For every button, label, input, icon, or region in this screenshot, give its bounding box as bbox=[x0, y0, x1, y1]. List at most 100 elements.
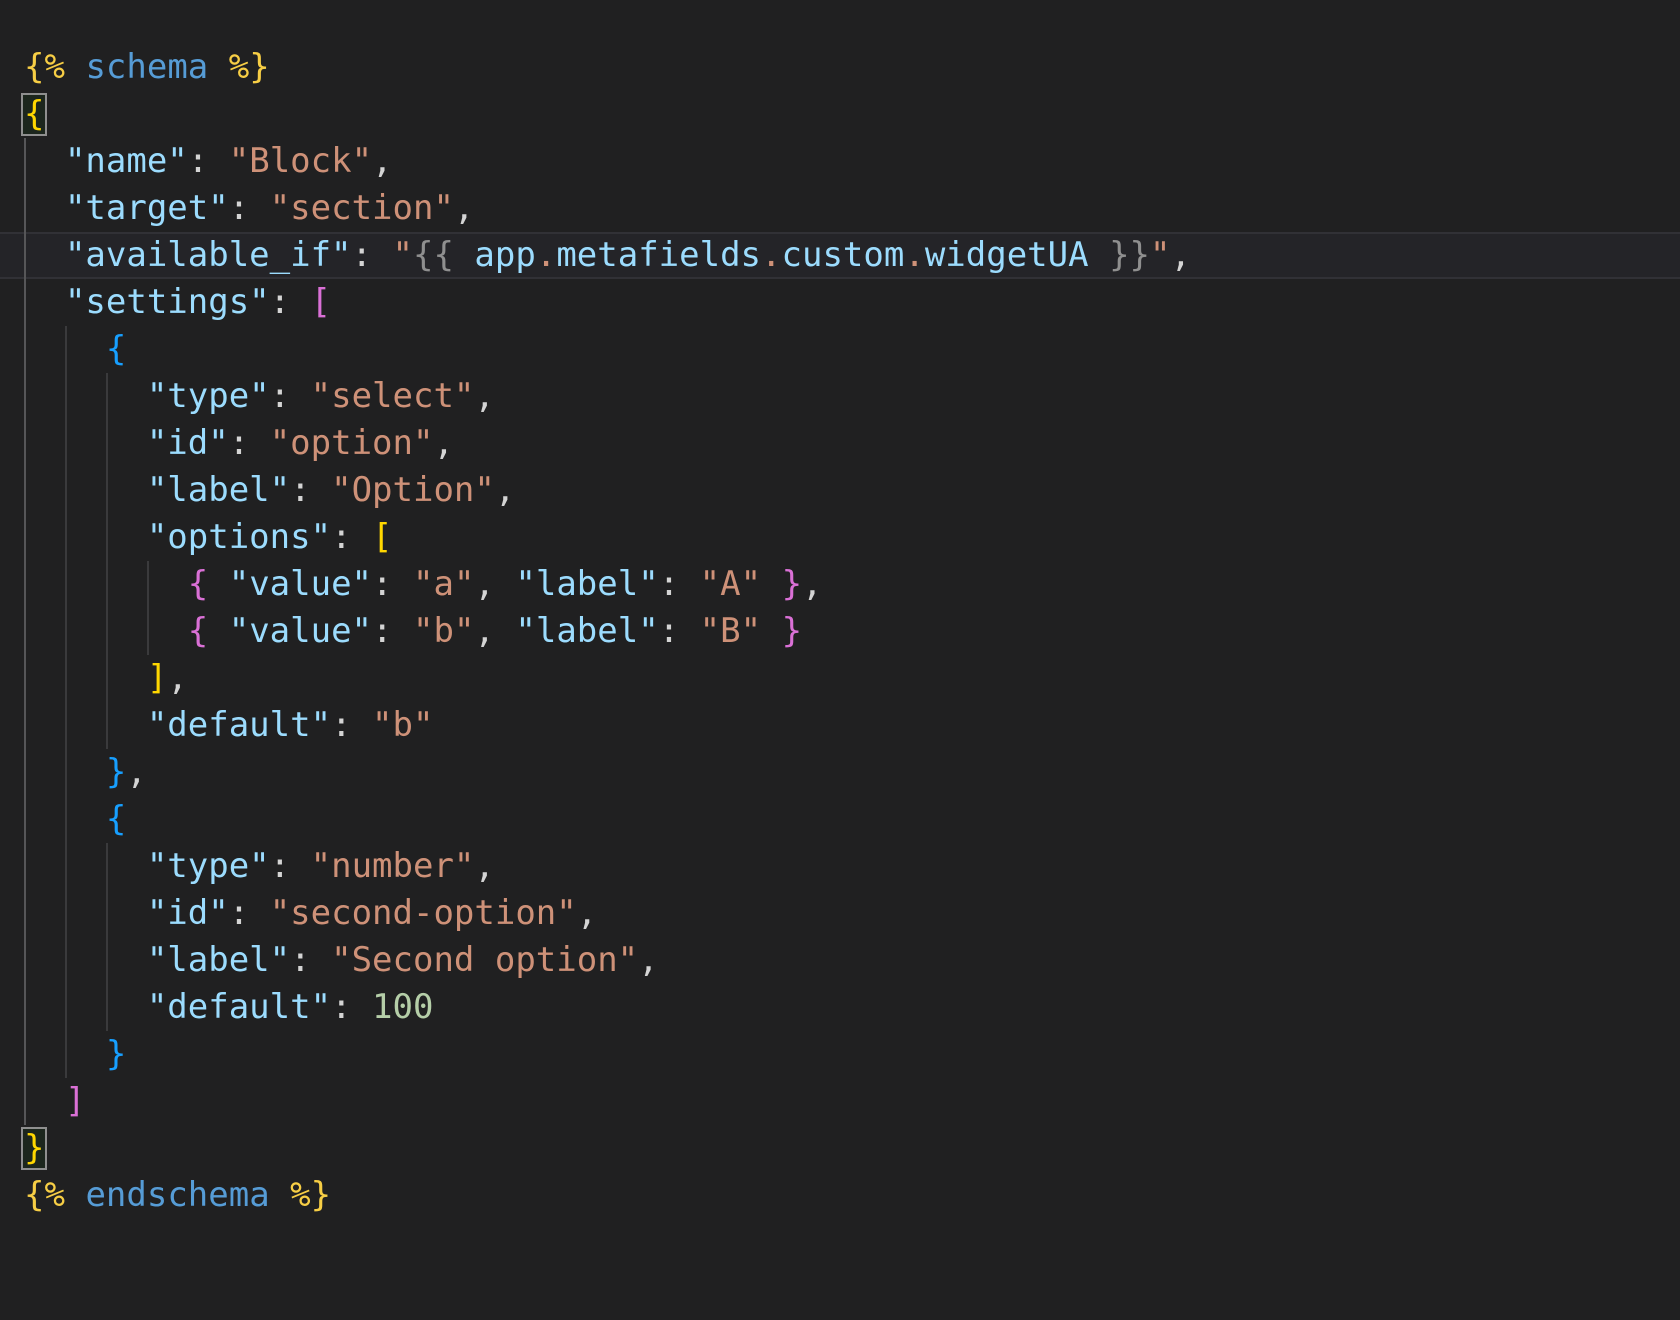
code-token-bracket1: { bbox=[24, 94, 44, 134]
code-token-string: "number" bbox=[311, 846, 475, 886]
code-token-punct bbox=[249, 893, 269, 933]
code-token-punct: , bbox=[433, 423, 453, 463]
code-line[interactable]: "default": "b" bbox=[24, 702, 1680, 749]
code-token-string: " bbox=[393, 235, 413, 275]
code-token-liquid_tag: {% bbox=[24, 1175, 65, 1215]
code-line[interactable]: "label": "Option", bbox=[24, 467, 1680, 514]
code-editor[interactable]: {% schema %}{ "name": "Block", "target":… bbox=[0, 0, 1680, 1320]
code-token-punct: : bbox=[331, 517, 351, 557]
code-token-punct bbox=[311, 470, 331, 510]
code-token-bracket2: [ bbox=[311, 282, 331, 322]
code-token-key: "label" bbox=[515, 564, 658, 604]
code-line[interactable]: } bbox=[24, 1031, 1680, 1078]
code-token-punct bbox=[24, 376, 147, 416]
code-token-punct bbox=[24, 987, 147, 1027]
code-line[interactable]: { "value": "b", "label": "B" } bbox=[24, 608, 1680, 655]
code-token-punct bbox=[65, 1175, 85, 1215]
code-area: {% schema %}{ "name": "Block", "target":… bbox=[0, 0, 1680, 1320]
code-token-string: "b" bbox=[413, 611, 474, 651]
code-token-punct: , bbox=[126, 752, 146, 792]
code-token-keyword: endschema bbox=[85, 1175, 269, 1215]
code-token-punct bbox=[208, 564, 228, 604]
code-line[interactable]: "options": [ bbox=[24, 514, 1680, 561]
code-token-key: "label" bbox=[515, 611, 658, 651]
code-token-punct bbox=[679, 611, 699, 651]
code-token-punct: , bbox=[372, 141, 392, 181]
code-token-punct bbox=[24, 705, 147, 745]
code-token-punct bbox=[495, 611, 515, 651]
code-line[interactable]: "type": "select", bbox=[24, 373, 1680, 420]
code-line[interactable]: "label": "Second option", bbox=[24, 937, 1680, 984]
code-token-punct: : bbox=[372, 611, 392, 651]
code-token-punct bbox=[208, 141, 228, 181]
code-token-punct: , bbox=[495, 470, 515, 510]
code-token-punct bbox=[24, 1034, 106, 1074]
code-token-punct: : bbox=[372, 564, 392, 604]
code-token-punct bbox=[311, 940, 331, 980]
code-token-liquid_tag: {% bbox=[24, 47, 65, 87]
code-token-accessor: . bbox=[536, 235, 556, 275]
code-line[interactable]: "id": "second-option", bbox=[24, 890, 1680, 937]
code-token-punct bbox=[454, 235, 474, 275]
code-line[interactable]: "type": "number", bbox=[24, 843, 1680, 890]
code-token-punct: : bbox=[229, 893, 249, 933]
code-token-punct: , bbox=[474, 376, 494, 416]
code-token-key: "available_if" bbox=[65, 235, 352, 275]
code-token-string: "a" bbox=[413, 564, 474, 604]
code-line[interactable]: "settings": [ bbox=[24, 279, 1680, 326]
code-token-punct: , bbox=[474, 611, 494, 651]
code-token-punct: , bbox=[474, 846, 494, 886]
code-token-punct bbox=[761, 564, 781, 604]
code-line[interactable]: ] bbox=[24, 1078, 1680, 1125]
code-token-string: "second-option" bbox=[270, 893, 577, 933]
code-token-punct: , bbox=[167, 658, 187, 698]
code-token-accessor: . bbox=[904, 235, 924, 275]
code-line[interactable]: {% schema %} bbox=[24, 44, 1680, 91]
code-line[interactable]: { bbox=[24, 326, 1680, 373]
code-line[interactable]: "name": "Block", bbox=[24, 138, 1680, 185]
code-token-punct: : bbox=[659, 564, 679, 604]
code-token-punct: , bbox=[454, 188, 474, 228]
code-token-punct bbox=[24, 799, 106, 839]
code-token-punct: , bbox=[577, 893, 597, 933]
code-token-number: 100 bbox=[372, 987, 433, 1027]
code-line[interactable]: "id": "option", bbox=[24, 420, 1680, 467]
code-token-punct: : bbox=[270, 282, 290, 322]
code-line[interactable]: {% endschema %} bbox=[24, 1172, 1680, 1219]
code-token-bracket1: [ bbox=[372, 517, 392, 557]
code-line[interactable]: "target": "section", bbox=[24, 185, 1680, 232]
code-line[interactable]: { bbox=[24, 91, 1680, 138]
code-token-bracket2: } bbox=[782, 611, 802, 651]
code-token-liquid_tag: %} bbox=[290, 1175, 331, 1215]
code-line[interactable]: { "value": "a", "label": "A" }, bbox=[24, 561, 1680, 608]
code-line[interactable]: } bbox=[24, 1125, 1680, 1172]
code-token-punct: , bbox=[1171, 235, 1191, 275]
code-token-key: "value" bbox=[229, 611, 372, 651]
code-token-string: "Block" bbox=[229, 141, 372, 181]
code-token-punct: : bbox=[188, 141, 208, 181]
code-token-punct: : bbox=[352, 235, 372, 275]
code-token-punct bbox=[24, 846, 147, 886]
code-token-punct bbox=[24, 1081, 65, 1121]
code-line[interactable]: "default": 100 bbox=[24, 984, 1680, 1031]
code-token-string: "section" bbox=[270, 188, 454, 228]
code-token-punct bbox=[290, 282, 310, 322]
code-line[interactable]: { bbox=[24, 796, 1680, 843]
code-line[interactable]: ], bbox=[24, 655, 1680, 702]
code-token-bracket2: } bbox=[782, 564, 802, 604]
code-token-key: "target" bbox=[65, 188, 229, 228]
code-line[interactable]: "available_if": "{{ app.metafields.custo… bbox=[24, 232, 1680, 279]
code-token-punct bbox=[24, 658, 147, 698]
code-token-variable: custom bbox=[782, 235, 905, 275]
code-token-key: "default" bbox=[147, 987, 331, 1027]
code-token-bracket3: } bbox=[106, 752, 126, 792]
code-token-punct bbox=[393, 564, 413, 604]
code-line[interactable]: }, bbox=[24, 749, 1680, 796]
code-token-key: "options" bbox=[147, 517, 331, 557]
code-token-punct bbox=[352, 987, 372, 1027]
code-token-punct bbox=[24, 752, 106, 792]
code-token-punct bbox=[24, 564, 188, 604]
code-token-punct: : bbox=[331, 705, 351, 745]
code-token-bracket2: ] bbox=[65, 1081, 85, 1121]
code-token-punct: : bbox=[290, 940, 310, 980]
